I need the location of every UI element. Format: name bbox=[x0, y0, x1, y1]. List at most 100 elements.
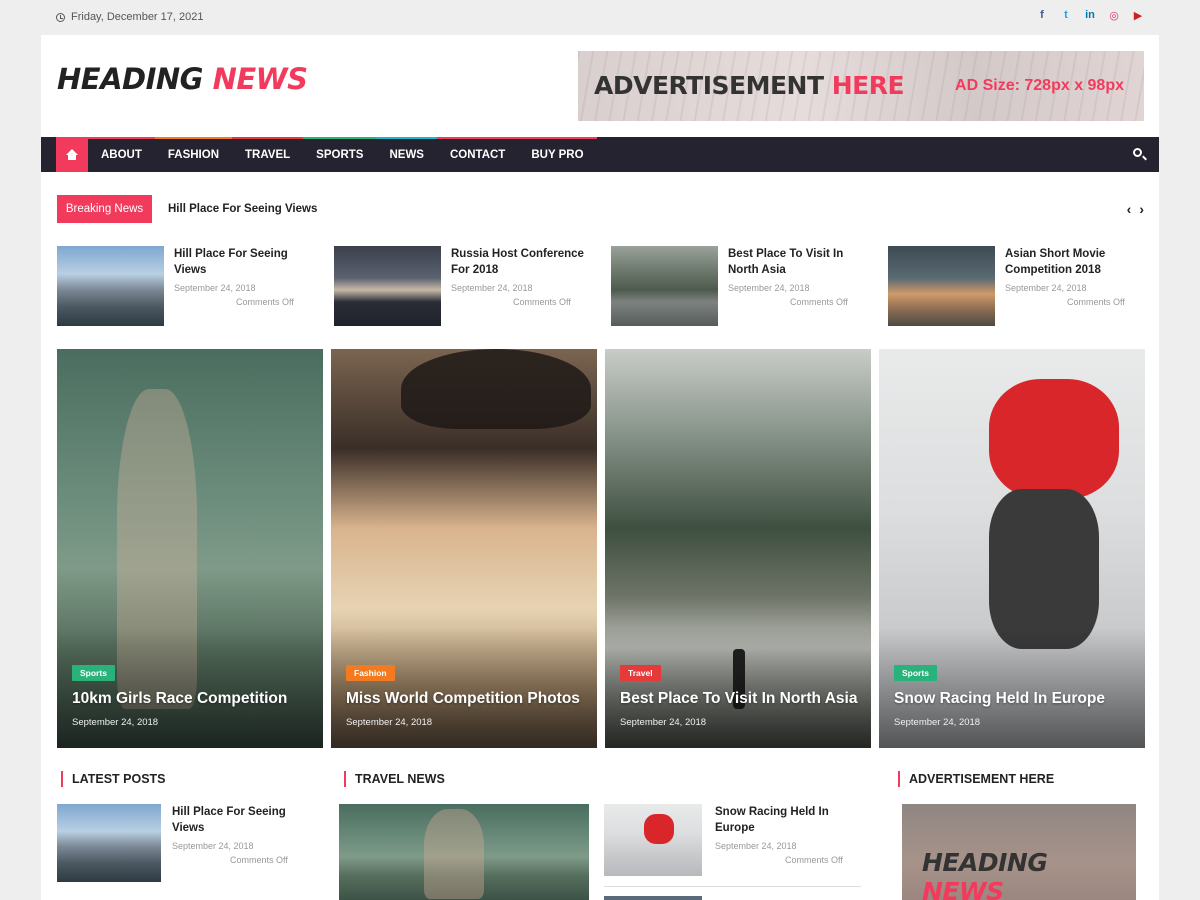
nav-item-travel[interactable]: TRAVEL bbox=[232, 137, 304, 172]
sidebar-ad-logo-accent: NEWS bbox=[922, 877, 1004, 900]
thumb-title[interactable]: Hill Place For Seeing Views bbox=[174, 246, 314, 278]
instagram-icon[interactable]: ◎ bbox=[1108, 8, 1120, 22]
category-badge[interactable]: Sports bbox=[72, 665, 115, 681]
category-badge[interactable]: Sports bbox=[894, 665, 937, 681]
main-nav: ABOUT FASHION TRAVEL SPORTS NEWS CONTACT… bbox=[41, 137, 1159, 172]
thumb-image[interactable] bbox=[334, 246, 441, 326]
nav-item-buy-pro[interactable]: BUY PRO bbox=[518, 137, 597, 172]
header-ad-banner[interactable]: ADVERTISEMENT HERE AD Size: 728px x 98px bbox=[578, 51, 1144, 121]
travel-news-next-image[interactable] bbox=[604, 896, 702, 900]
thumb-title[interactable]: Asian Short Movie Competition 2018 bbox=[1005, 246, 1145, 278]
twitter-icon[interactable]: t bbox=[1060, 8, 1072, 22]
featured-post[interactable]: Sports 10km Girls Race Competition Septe… bbox=[57, 349, 323, 748]
ad-title: ADVERTISEMENT HERE bbox=[594, 71, 905, 100]
nav-accent-bar bbox=[303, 137, 377, 139]
thumb-image[interactable] bbox=[888, 246, 995, 326]
thumb-title[interactable]: Best Place To Visit In North Asia bbox=[728, 246, 868, 278]
section-heading-travel: TRAVEL NEWS bbox=[344, 771, 445, 787]
featured-photo-subject bbox=[401, 349, 591, 429]
thumb-post-row: Hill Place For Seeing Views September 24… bbox=[57, 246, 1144, 326]
nav-item-about[interactable]: ABOUT bbox=[88, 137, 155, 172]
youtube-icon[interactable]: ▶ bbox=[1132, 8, 1144, 22]
featured-shade bbox=[879, 628, 1145, 748]
thumb-comments: Comments Off bbox=[513, 297, 571, 307]
thumb-post[interactable]: Best Place To Visit In North Asia Septem… bbox=[611, 246, 871, 326]
category-badge[interactable]: Fashion bbox=[346, 665, 395, 681]
social-links: f t in ◎ ▶ bbox=[1036, 8, 1144, 22]
section-heading-ad: ADVERTISEMENT HERE bbox=[898, 771, 1054, 787]
thumb-image[interactable] bbox=[57, 246, 164, 326]
latest-post-image[interactable] bbox=[57, 804, 161, 882]
linkedin-icon[interactable]: in bbox=[1084, 8, 1096, 22]
nav-item-news[interactable]: NEWS bbox=[376, 137, 437, 172]
breaking-news-headline[interactable]: Hill Place For Seeing Views bbox=[168, 203, 317, 215]
chevron-left-icon[interactable]: ‹ bbox=[1127, 201, 1132, 217]
thumb-date: September 24, 2018 bbox=[1005, 283, 1087, 293]
featured-date: September 24, 2018 bbox=[620, 717, 707, 728]
divider bbox=[604, 886, 861, 887]
travel-news-main-image[interactable] bbox=[339, 804, 589, 900]
page-container: HEADING NEWS ADVERTISEMENT HERE AD Size:… bbox=[41, 35, 1159, 900]
nav-item-label: NEWS bbox=[389, 148, 424, 161]
nav-item-contact[interactable]: CONTACT bbox=[436, 137, 519, 172]
sidebar-ad-logo-main: HEADING bbox=[922, 848, 1048, 877]
thumb-image[interactable] bbox=[611, 246, 718, 326]
nav-accent-bar bbox=[88, 137, 155, 139]
thumb-date: September 24, 2018 bbox=[451, 283, 533, 293]
thumb-post[interactable]: Asian Short Movie Competition 2018 Septe… bbox=[888, 246, 1148, 326]
nav-accent-bar bbox=[436, 137, 519, 139]
nav-items: ABOUT FASHION TRAVEL SPORTS NEWS CONTACT… bbox=[88, 137, 597, 172]
nav-item-label: BUY PRO bbox=[531, 148, 584, 161]
breaking-news-arrows: ‹ › bbox=[1127, 201, 1144, 217]
featured-post[interactable]: Sports Snow Racing Held In Europe Septem… bbox=[879, 349, 1145, 748]
featured-date: September 24, 2018 bbox=[894, 717, 981, 728]
home-button[interactable] bbox=[56, 137, 88, 172]
featured-shade bbox=[331, 628, 597, 748]
nav-item-label: TRAVEL bbox=[245, 148, 291, 161]
logo-accent-text: NEWS bbox=[212, 62, 308, 96]
category-badge[interactable]: Travel bbox=[620, 665, 661, 681]
search-button[interactable] bbox=[1133, 148, 1145, 160]
latest-post-title[interactable]: Hill Place For Seeing Views bbox=[172, 804, 302, 836]
nav-accent-bar bbox=[232, 137, 304, 139]
thumb-comments: Comments Off bbox=[790, 297, 848, 307]
thumb-date: September 24, 2018 bbox=[174, 283, 256, 293]
thumb-comments: Comments Off bbox=[1067, 297, 1125, 307]
thumb-title[interactable]: Russia Host Conference For 2018 bbox=[451, 246, 591, 278]
nav-item-fashion[interactable]: FASHION bbox=[154, 137, 233, 172]
featured-title[interactable]: Miss World Competition Photos bbox=[346, 690, 580, 708]
chevron-right-icon[interactable]: › bbox=[1139, 201, 1144, 217]
thumb-post[interactable]: Hill Place For Seeing Views September 24… bbox=[57, 246, 317, 326]
nav-item-label: ABOUT bbox=[101, 148, 142, 161]
featured-date: September 24, 2018 bbox=[346, 717, 433, 728]
facebook-icon[interactable]: f bbox=[1036, 8, 1048, 22]
featured-post[interactable]: Fashion Miss World Competition Photos Se… bbox=[331, 349, 597, 748]
travel-news-comments: Comments Off bbox=[785, 855, 843, 865]
nav-item-sports[interactable]: SPORTS bbox=[303, 137, 377, 172]
clock-icon bbox=[56, 12, 65, 22]
travel-news-item[interactable]: Snow Racing Held In Europe September 24,… bbox=[604, 804, 861, 876]
sidebar-ad-logo: HEADING NEWS bbox=[922, 848, 1136, 900]
nav-item-label: FASHION bbox=[167, 148, 220, 161]
featured-title[interactable]: Snow Racing Held In Europe bbox=[894, 690, 1105, 708]
search-icon bbox=[1133, 148, 1142, 157]
featured-shade bbox=[605, 628, 871, 748]
travel-news-image[interactable] bbox=[604, 804, 702, 876]
featured-shade bbox=[57, 628, 323, 748]
featured-photo-subject bbox=[989, 379, 1119, 499]
ad-size-label: AD Size: 728px x 98px bbox=[955, 77, 1124, 94]
thumb-post[interactable]: Russia Host Conference For 2018 Septembe… bbox=[334, 246, 594, 326]
travel-news-title[interactable]: Snow Racing Held In Europe bbox=[715, 804, 855, 836]
latest-post-date: September 24, 2018 bbox=[172, 841, 254, 851]
latest-post-item[interactable]: Hill Place For Seeing Views September 24… bbox=[57, 804, 317, 882]
featured-title[interactable]: Best Place To Visit In North Asia bbox=[620, 690, 857, 708]
nav-accent-bar bbox=[518, 137, 597, 139]
featured-post[interactable]: Travel Best Place To Visit In North Asia… bbox=[605, 349, 871, 748]
nav-accent-bar bbox=[154, 137, 233, 139]
sidebar-ad[interactable]: HEADING NEWS bbox=[902, 804, 1136, 900]
current-date-text: Friday, December 17, 2021 bbox=[71, 11, 204, 23]
breaking-news-bar: Breaking News Hill Place For Seeing View… bbox=[57, 195, 1144, 223]
featured-title[interactable]: 10km Girls Race Competition bbox=[72, 690, 287, 708]
thumb-date: September 24, 2018 bbox=[728, 283, 810, 293]
site-logo[interactable]: HEADING NEWS bbox=[57, 62, 308, 96]
